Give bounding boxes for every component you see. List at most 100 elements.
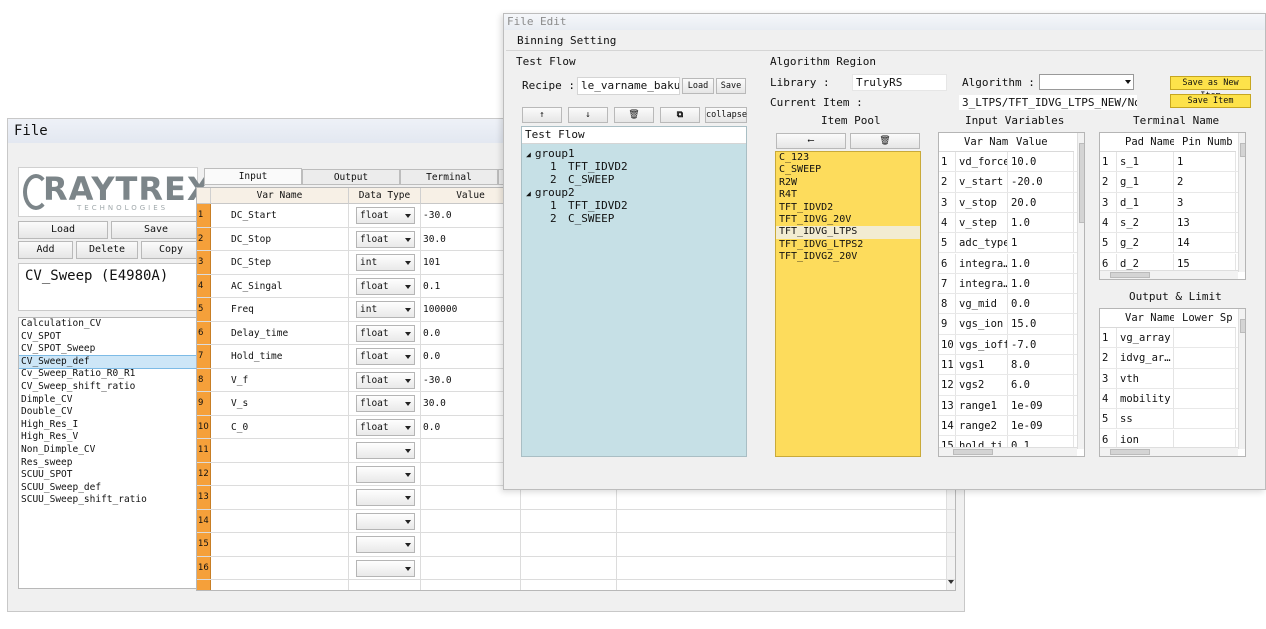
- save-button[interactable]: Save: [111, 221, 201, 239]
- cell-var-name[interactable]: [211, 486, 349, 509]
- list-item[interactable]: Res_sweep: [19, 457, 200, 470]
- cell-name[interactable]: ss: [1117, 409, 1174, 429]
- scrollbar-thumb[interactable]: [1240, 319, 1245, 333]
- cell-value[interactable]: [421, 580, 521, 590]
- row-number[interactable]: 6: [197, 321, 211, 344]
- pool-item[interactable]: R2W: [776, 177, 920, 189]
- add-group-button[interactable]: ⧉: [660, 107, 700, 123]
- horizontal-scrollbar[interactable]: [939, 447, 1077, 456]
- row-number[interactable]: [197, 580, 211, 590]
- tree-group[interactable]: ◢ group2: [526, 186, 575, 199]
- list-item[interactable]: High_Res_I: [19, 419, 200, 432]
- cell-data-type[interactable]: [349, 486, 421, 509]
- table-row[interactable]: 14 range2 1e-09: [939, 415, 1077, 437]
- move-to-flow-button[interactable]: ⟵: [776, 133, 846, 149]
- data-type-select[interactable]: int: [356, 254, 415, 271]
- cell-var-name[interactable]: [211, 439, 349, 462]
- save-item-button[interactable]: Save Item: [1170, 94, 1251, 108]
- load-button[interactable]: Load: [18, 221, 108, 239]
- cell-data-type[interactable]: float: [349, 345, 421, 368]
- cell-value[interactable]: 1: [1008, 233, 1074, 253]
- cell-lower-spec[interactable]: [1174, 368, 1236, 388]
- cell-value[interactable]: 1.0: [1008, 273, 1074, 294]
- cell-name[interactable]: vgs_ion: [956, 314, 1008, 334]
- col-header-value[interactable]: Value: [1008, 133, 1074, 152]
- scrollbar-thumb[interactable]: [1110, 272, 1150, 278]
- cell-name[interactable]: v_stop: [956, 192, 1008, 212]
- delete-flow-button[interactable]: 🗑: [614, 107, 654, 123]
- table-row[interactable]: 5 adc_type 1: [939, 233, 1077, 254]
- cell-pad[interactable]: s_2: [1117, 212, 1174, 233]
- table-row[interactable]: 9 vgs_ion 15.0: [939, 314, 1077, 335]
- row-number[interactable]: 14: [197, 509, 211, 532]
- recipe-load-button[interactable]: Load: [682, 78, 714, 94]
- list-item[interactable]: SCUU_Sweep_def: [19, 482, 200, 495]
- col-header-value[interactable]: Lower Sp: [1174, 309, 1236, 328]
- cell-value[interactable]: [421, 533, 521, 556]
- add-button[interactable]: Add: [18, 241, 73, 259]
- cell-var-name[interactable]: [211, 509, 349, 532]
- tree-group[interactable]: ◢ group1: [526, 147, 575, 160]
- cell-var-name[interactable]: V_s: [211, 392, 349, 415]
- table-row[interactable]: 12 vgs2 6.0: [939, 375, 1077, 396]
- cell-var-name[interactable]: DC_Start: [211, 204, 349, 227]
- row-number[interactable]: 5: [197, 298, 211, 321]
- list-item[interactable]: CV_Sweep_def: [19, 354, 200, 370]
- algorithm-select[interactable]: [1039, 74, 1134, 90]
- cell-name[interactable]: idvg_ar…: [1117, 348, 1174, 368]
- tab-input[interactable]: Input: [204, 168, 302, 185]
- test-flow-tree[interactable]: Test Flow ◢ group1 1 TFT_IDVD2 2 C_SWEEP ◢ grou…: [521, 126, 747, 457]
- pool-item[interactable]: C_123: [776, 152, 920, 164]
- col-header-var-name[interactable]: Var Name: [211, 188, 349, 204]
- cell-data-type[interactable]: [349, 533, 421, 556]
- table-row[interactable]: 7 integra… 1.0: [939, 273, 1077, 295]
- cell-name[interactable]: range2: [956, 415, 1008, 436]
- scrollbar-thumb[interactable]: [1240, 143, 1245, 157]
- col-header-name[interactable]: Var Name: [1117, 309, 1174, 328]
- pool-item[interactable]: TFT_IDVD2: [776, 202, 920, 214]
- row-number[interactable]: 12: [197, 462, 211, 485]
- cell-value[interactable]: [421, 509, 521, 532]
- menu-file[interactable]: File: [14, 123, 48, 139]
- cell-pad[interactable]: s_1: [1117, 152, 1174, 172]
- tab-output[interactable]: Output: [302, 169, 400, 185]
- test-item-list[interactable]: Calculation_CV CV_SPOT CV_SPOT_Sweep CV_Swe…: [18, 317, 201, 589]
- cell-data-type[interactable]: int: [349, 298, 421, 321]
- cell-name[interactable]: vth: [1117, 368, 1174, 388]
- cell-name[interactable]: integra…: [956, 253, 1008, 273]
- cell-value[interactable]: 8.0: [1008, 355, 1074, 375]
- table-row[interactable]: 14: [197, 509, 955, 533]
- menu-file[interactable]: File: [507, 15, 534, 28]
- library-input[interactable]: TrulyRS: [852, 74, 947, 91]
- data-type-select[interactable]: int: [356, 301, 415, 318]
- list-item[interactable]: Calculation_CV: [19, 318, 200, 331]
- cell-name[interactable]: v_start: [956, 172, 1008, 192]
- cell-value[interactable]: 1e-09: [1008, 395, 1074, 415]
- pool-item[interactable]: TFT_IDVG_20V: [776, 214, 920, 226]
- cell-pin[interactable]: 3: [1174, 192, 1236, 212]
- cell-data-type[interactable]: float: [349, 274, 421, 297]
- data-type-select[interactable]: [356, 442, 415, 459]
- list-item[interactable]: Cv_Sweep_Ratio_R0_R1: [19, 368, 200, 381]
- data-type-select[interactable]: [356, 512, 415, 530]
- cell-data-type[interactable]: [349, 580, 421, 590]
- cell-name[interactable]: v_step: [956, 212, 1008, 233]
- horizontal-scrollbar[interactable]: [1100, 447, 1238, 456]
- cell-pin[interactable]: 1: [1174, 152, 1236, 172]
- cell-name[interactable]: mobility: [1117, 388, 1174, 409]
- menu-edit[interactable]: Edit: [540, 15, 567, 28]
- tree-item[interactable]: 2 C_SWEEP: [550, 173, 614, 186]
- row-number[interactable]: 2: [197, 227, 211, 250]
- table-row[interactable]: 8 vg_mid 0.0: [939, 294, 1077, 315]
- row-number[interactable]: 16: [197, 556, 211, 579]
- data-type-select[interactable]: float: [356, 418, 415, 436]
- cell-data-type[interactable]: [349, 556, 421, 579]
- cell-var-name[interactable]: [211, 533, 349, 556]
- table-row[interactable]: [197, 580, 955, 590]
- vertical-scrollbar[interactable]: [1238, 309, 1245, 449]
- cell-name[interactable]: vg_array: [1117, 328, 1174, 348]
- row-number[interactable]: 11: [197, 439, 211, 462]
- cell-name[interactable]: vg_mid: [956, 294, 1008, 314]
- tree-item[interactable]: 2 C_SWEEP: [550, 212, 614, 225]
- cell-data-type[interactable]: [349, 509, 421, 532]
